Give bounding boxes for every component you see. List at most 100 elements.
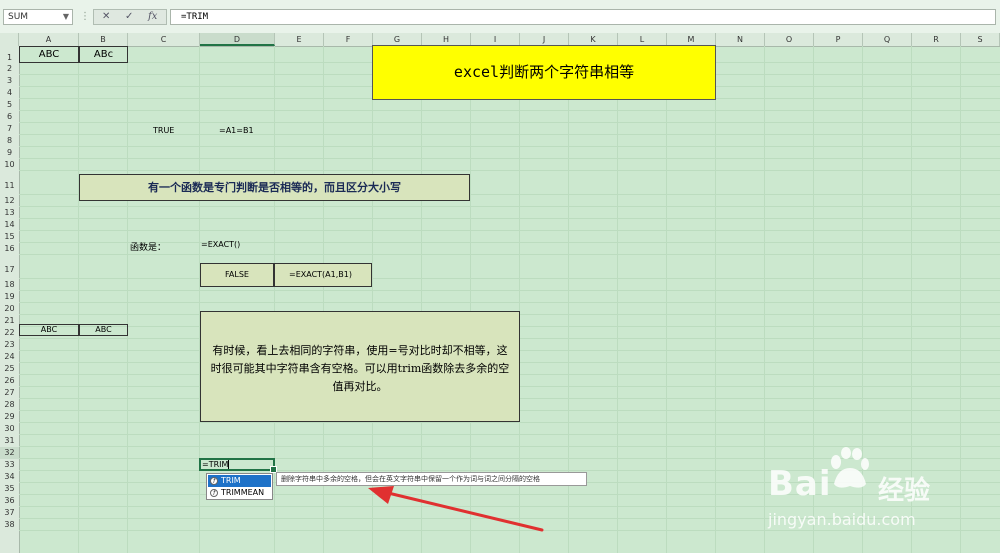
cell-d15[interactable]: =EXACT() — [201, 240, 240, 249]
select-all-corner[interactable] — [0, 33, 19, 46]
row-header[interactable]: 26 — [0, 375, 19, 387]
column-gridline — [199, 46, 200, 553]
row-header[interactable]: 1 — [0, 46, 19, 63]
note-box[interactable]: 有时候，看上去相同的字符串，使用=号对比时却不相等，这时很可能其中字符串含有空格… — [200, 311, 520, 422]
insert-function-icon[interactable]: fx — [148, 10, 157, 24]
column-header[interactable]: E — [275, 33, 324, 46]
function-icon: f — [210, 477, 218, 485]
row-header[interactable]: 16 — [0, 243, 19, 255]
row-header[interactable]: 21 — [0, 315, 19, 327]
autocomplete-list: f TRIM f TRIMMEAN — [206, 473, 273, 500]
column-header-selected[interactable]: D — [200, 33, 275, 46]
cell-d17[interactable]: FALSE — [200, 263, 274, 287]
column-header[interactable]: O — [765, 33, 814, 46]
baidu-url: jingyan.baidu.com — [768, 510, 916, 529]
row-header-bar: 1 2 3 4 5 6 7 8 9 10 11 12 13 14 15 16 17 18 19 20 21 22 23 24 2… — [0, 46, 20, 553]
row-gridline — [19, 146, 1000, 147]
column-header[interactable]: B — [79, 33, 128, 46]
row-gridline — [19, 434, 1000, 435]
title-box[interactable]: excel判断两个字符串相等 — [372, 45, 716, 100]
cell-b21[interactable]: ABC — [79, 324, 128, 336]
row-header[interactable]: 27 — [0, 387, 19, 399]
row-header[interactable]: 8 — [0, 135, 19, 147]
row-header[interactable]: 3 — [0, 75, 19, 87]
formula-input[interactable]: =TRIM — [170, 9, 996, 25]
cell-c7[interactable]: TRUE — [153, 126, 174, 135]
row-gridline — [19, 290, 1000, 291]
chevron-down-icon[interactable]: ▼ — [63, 10, 69, 24]
row-header-selected[interactable]: 32 — [0, 447, 19, 459]
row-header[interactable]: 15 — [0, 231, 19, 243]
autocomplete-item-trim[interactable]: f TRIM — [208, 475, 271, 487]
row-header[interactable]: 5 — [0, 99, 19, 111]
column-header[interactable]: P — [814, 33, 863, 46]
row-gridline — [19, 302, 1000, 303]
row-header[interactable]: 10 — [0, 159, 19, 171]
row-header[interactable]: 24 — [0, 351, 19, 363]
column-header[interactable]: C — [128, 33, 200, 46]
cell-b1[interactable]: ABc — [79, 46, 128, 63]
exact-banner[interactable]: 有一个函数是专门判断是否相等的，而且区分大小写 — [79, 174, 470, 201]
enter-icon[interactable]: ✓ — [125, 10, 133, 24]
row-header[interactable]: 35 — [0, 483, 19, 495]
baidu-brand-cn: 经验 — [878, 476, 931, 506]
row-header[interactable]: 33 — [0, 459, 19, 471]
row-header[interactable]: 34 — [0, 471, 19, 483]
baidu-brand: Bai — [768, 464, 832, 504]
row-header[interactable]: 20 — [0, 303, 19, 315]
row-gridline — [19, 422, 1000, 423]
row-header[interactable]: 4 — [0, 87, 19, 99]
autocomplete-item-trimmean[interactable]: f TRIMMEAN — [208, 487, 271, 499]
column-gridline — [764, 46, 765, 553]
name-box[interactable]: SUM ▼ — [3, 9, 73, 25]
row-header[interactable]: 14 — [0, 219, 19, 231]
column-gridline — [666, 46, 667, 553]
cancel-icon[interactable]: ✕ — [102, 10, 110, 24]
row-header[interactable]: 13 — [0, 207, 19, 219]
column-gridline — [78, 46, 79, 553]
cell-a1[interactable]: ABC — [19, 46, 79, 63]
row-header[interactable]: 29 — [0, 411, 19, 423]
row-header[interactable]: 12 — [0, 195, 19, 207]
column-gridline — [127, 46, 128, 553]
row-gridline — [19, 110, 1000, 111]
row-header[interactable]: 37 — [0, 507, 19, 519]
column-header[interactable]: A — [19, 33, 79, 46]
column-gridline — [274, 46, 275, 553]
cell-c15[interactable]: 函数是： — [130, 240, 166, 253]
column-gridline — [715, 46, 716, 553]
row-header[interactable]: 25 — [0, 363, 19, 375]
row-header[interactable]: 18 — [0, 279, 19, 291]
row-header[interactable]: 17 — [0, 255, 19, 279]
row-header[interactable]: 36 — [0, 495, 19, 507]
column-header[interactable]: Q — [863, 33, 912, 46]
row-header[interactable]: 38 — [0, 519, 19, 531]
red-arrow-icon — [368, 486, 544, 532]
column-header[interactable]: F — [324, 33, 373, 46]
row-header[interactable]: 28 — [0, 399, 19, 411]
row-header[interactable]: 7 — [0, 123, 19, 135]
cell-a21[interactable]: ABC — [19, 324, 79, 336]
row-header[interactable]: 22 — [0, 327, 19, 339]
row-header[interactable]: 6 — [0, 111, 19, 123]
note-text: 有时候，看上去相同的字符串，使用=号对比时却不相等，这时很可能其中字符串含有空格… — [210, 344, 510, 393]
row-gridline — [19, 278, 1000, 279]
row-header[interactable]: 31 — [0, 435, 19, 447]
row-gridline — [19, 242, 1000, 243]
column-header[interactable]: R — [912, 33, 961, 46]
active-cell-d32[interactable]: =TRIM — [199, 458, 277, 473]
row-header[interactable]: 9 — [0, 147, 19, 159]
row-header[interactable]: 30 — [0, 423, 19, 435]
row-gridline — [19, 230, 1000, 231]
cell-d7[interactable]: =A1=B1 — [219, 126, 254, 135]
formula-buttons: ✕ ✓ fx — [93, 9, 167, 25]
baidu-watermark: Bai 经验 jingyan.baidu.com — [768, 446, 1000, 553]
row-header[interactable]: 23 — [0, 339, 19, 351]
row-header[interactable]: 19 — [0, 291, 19, 303]
row-gridline — [19, 158, 1000, 159]
column-header[interactable]: S — [961, 33, 1000, 46]
row-header[interactable]: 11 — [0, 171, 19, 195]
column-header[interactable]: N — [716, 33, 765, 46]
cell-e17[interactable]: =EXACT(A1,B1) — [274, 263, 372, 287]
row-header[interactable]: 2 — [0, 63, 19, 75]
